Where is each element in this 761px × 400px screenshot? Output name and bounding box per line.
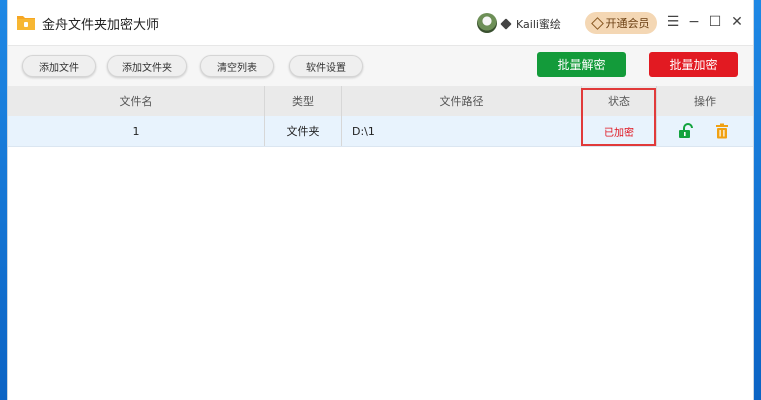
menu-icon[interactable]: ☰ [666,14,680,30]
file-table: 文件名 类型 文件路径 状态 操作 1 文件夹 D:\1 已加密 [8,86,753,147]
table-row[interactable]: 1 文件夹 D:\1 已加密 [8,116,753,147]
user-info[interactable]: Kaili蜜绘 [500,16,561,32]
header-filename[interactable]: 文件名 [8,86,264,116]
header-actions: 操作 [694,95,716,108]
app-logo-icon [17,16,35,30]
app-title: 金舟文件夹加密大师 [42,18,160,33]
divider [341,116,342,146]
add-folder-button[interactable]: 添加文件夹 [107,55,187,77]
table-header: 文件名 类型 文件路径 状态 操作 [8,86,753,116]
desktop-background-left [0,0,8,400]
header-path[interactable]: 文件路径 [342,86,581,116]
batch-encrypt-button[interactable]: 批量加密 [649,52,738,77]
trash-icon[interactable] [714,123,730,139]
diamond-icon [500,18,512,30]
settings-button[interactable]: 软件设置 [289,55,363,77]
divider [656,116,657,146]
avatar[interactable] [477,13,497,33]
open-vip-button[interactable]: 开通会员 [585,12,657,34]
diamond-outline-icon [590,16,604,30]
app-window: 金舟文件夹加密大师 Kaili蜜绘 开通会员 ☰ − ☐ ✕ 添加文件 添加文件… [8,0,753,400]
batch-decrypt-button[interactable]: 批量解密 [537,52,626,77]
title-bar: 金舟文件夹加密大师 Kaili蜜绘 开通会员 ☰ − ☐ ✕ [8,0,753,46]
close-icon[interactable]: ✕ [730,14,744,30]
clear-list-button[interactable]: 清空列表 [200,55,274,77]
cell-type: 文件夹 [286,125,320,138]
cell-path: D:\1 [352,124,375,138]
unlock-icon[interactable] [677,123,693,139]
toolbar: 添加文件 添加文件夹 清空列表 软件设置 批量解密 批量加密 [8,46,753,86]
header-status[interactable]: 状态 [582,86,656,116]
add-file-button[interactable]: 添加文件 [22,55,96,77]
minimize-icon[interactable]: − [687,14,701,30]
open-vip-label: 开通会员 [605,17,650,30]
maximize-icon[interactable]: ☐ [708,14,722,30]
cell-filename: 1 [132,124,140,138]
username: Kaili蜜绘 [516,18,561,31]
status-badge: 已加密 [604,127,634,139]
header-type[interactable]: 类型 [265,86,341,116]
desktop-background-right [753,0,761,400]
